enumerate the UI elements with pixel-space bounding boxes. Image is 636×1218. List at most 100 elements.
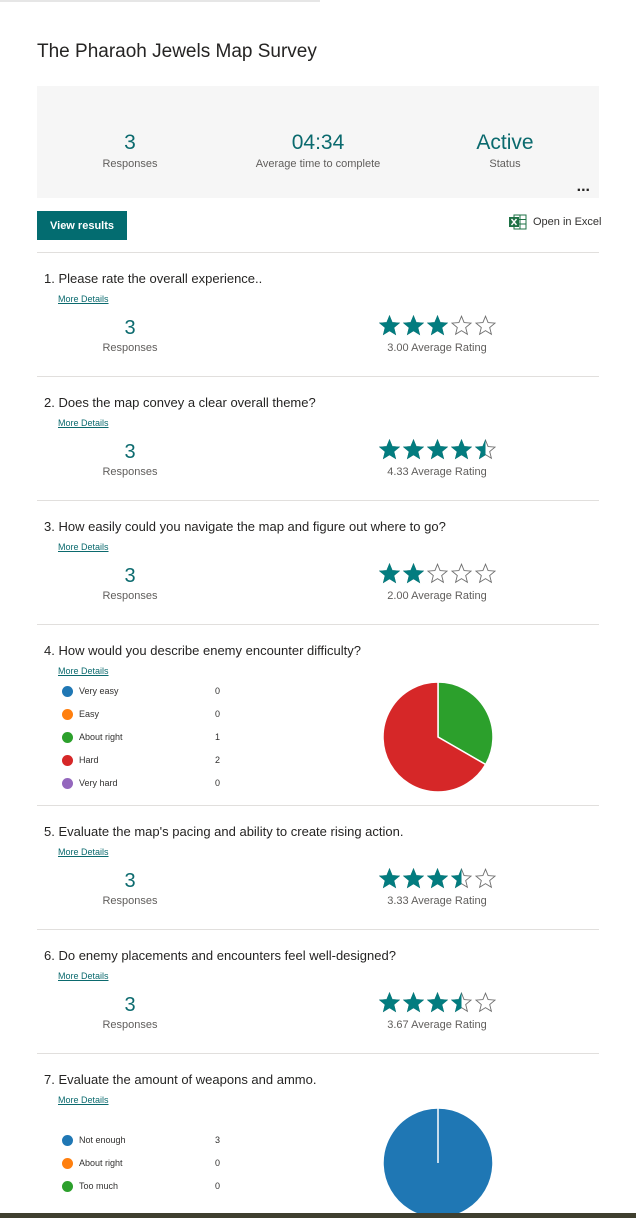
star-filled-icon (426, 315, 448, 336)
star-empty-icon (474, 992, 496, 1013)
legend-item: Not enough 3 (62, 1134, 232, 1146)
response-count: 3 Responses (85, 869, 175, 907)
legend-label: Easy (79, 709, 100, 719)
legend-count: 0 (215, 1158, 221, 1168)
legend-color-dot (62, 1157, 73, 1169)
legend-label: Very easy (79, 686, 119, 696)
star-empty-icon (474, 563, 496, 584)
more-details-link[interactable]: More Details (58, 1095, 109, 1105)
response-count-value: 3 (124, 441, 136, 463)
legend-item: Too much 0 (62, 1180, 232, 1192)
star-filled-icon (402, 563, 424, 584)
question-title: 3. How easily could you navigate the map… (44, 519, 446, 534)
star-filled-icon (426, 439, 448, 460)
response-count-label: Responses (102, 342, 158, 354)
more-details-link[interactable]: More Details (58, 294, 109, 304)
legend-color-dot (62, 777, 73, 789)
average-rating: 3.00 Average Rating (377, 315, 497, 354)
legend-label: Too much (79, 1181, 119, 1191)
more-details-link[interactable]: More Details (58, 542, 109, 552)
ellipsis-icon[interactable]: ... (577, 179, 590, 195)
question-title: 6. Do enemy placements and encounters fe… (44, 948, 396, 963)
star-filled-icon (402, 868, 424, 889)
legend-item: About right 1 (62, 731, 232, 743)
response-count-label: Responses (102, 895, 158, 907)
more-details-link[interactable]: More Details (58, 418, 109, 428)
legend-item: Very hard 0 (62, 777, 232, 789)
response-count: 3 Responses (85, 564, 175, 602)
legend-label: Very hard (79, 778, 118, 788)
legend-color-dot (62, 708, 73, 720)
pie-chart (382, 1107, 494, 1218)
legend-count: 0 (215, 709, 221, 719)
star-partial-icon (450, 868, 472, 889)
question-title: 5. Evaluate the map's pacing and ability… (44, 824, 404, 839)
stat-status-value: Active (476, 131, 534, 154)
stat-average-time-value: 04:34 (291, 131, 345, 154)
response-count-value: 3 (124, 317, 136, 339)
star-empty-icon (450, 563, 472, 584)
bottom-border (0, 1213, 636, 1218)
legend-count: 1 (215, 732, 221, 742)
star-filled-icon (378, 315, 400, 336)
rating-stars (377, 868, 497, 890)
star-filled-icon (402, 992, 424, 1013)
legend-color-dot (62, 1180, 73, 1192)
view-results-button[interactable]: View results (37, 211, 127, 240)
rating-stars (377, 439, 497, 461)
average-rating: 2.00 Average Rating (377, 563, 497, 602)
star-partial-icon (474, 439, 496, 460)
rating-label: 3.00 Average Rating (387, 342, 487, 354)
legend-count: 0 (215, 1181, 221, 1191)
star-filled-icon (378, 563, 400, 584)
response-count: 3 Responses (85, 993, 175, 1031)
legend-color-dot (62, 731, 73, 743)
rating-stars (377, 992, 497, 1014)
legend-item: Very easy 0 (62, 685, 232, 697)
question-card: 6. Do enemy placements and encounters fe… (37, 929, 599, 1053)
legend-count: 0 (215, 778, 221, 788)
rating-stars (377, 315, 497, 337)
response-count: 3 Responses (85, 440, 175, 478)
more-details-link[interactable]: More Details (58, 666, 109, 676)
stat-responses-label: Responses (102, 158, 158, 170)
legend-color-dot (62, 685, 73, 697)
star-filled-icon (378, 868, 400, 889)
open-in-excel-link[interactable]: Open in Excel (509, 214, 601, 230)
star-empty-icon (450, 315, 472, 336)
legend-count: 0 (215, 686, 221, 696)
pie-chart (382, 681, 494, 793)
response-count-label: Responses (102, 466, 158, 478)
question-card: 3. How easily could you navigate the map… (37, 500, 599, 624)
average-rating: 3.67 Average Rating (377, 992, 497, 1031)
legend-item: About right 0 (62, 1157, 232, 1169)
star-filled-icon (450, 439, 472, 460)
star-empty-icon (474, 315, 496, 336)
legend-count: 3 (215, 1135, 221, 1145)
excel-icon (509, 214, 527, 230)
star-empty-icon (474, 868, 496, 889)
rating-label: 3.33 Average Rating (387, 895, 487, 907)
rating-label: 3.67 Average Rating (387, 1019, 487, 1031)
stat-status: Active Status (415, 130, 595, 170)
star-filled-icon (402, 439, 424, 460)
more-details-link[interactable]: More Details (58, 847, 109, 857)
question-card: 1. Please rate the overall experience.. … (37, 252, 599, 376)
response-count-label: Responses (102, 590, 158, 602)
stat-average-time-label: Average time to complete (255, 158, 381, 170)
legend-item: Easy 0 (62, 708, 232, 720)
question-title: 2. Does the map convey a clear overall t… (44, 395, 316, 410)
more-details-link[interactable]: More Details (58, 971, 109, 981)
question-card: 5. Evaluate the map's pacing and ability… (37, 805, 599, 929)
legend-color-dot (62, 754, 73, 766)
star-filled-icon (426, 992, 448, 1013)
page-title: The Pharaoh Jewels Map Survey (37, 41, 317, 62)
question-title: 1. Please rate the overall experience.. (44, 271, 263, 286)
rating-label: 2.00 Average Rating (387, 590, 487, 602)
legend-item: Hard 2 (62, 754, 232, 766)
star-filled-icon (378, 992, 400, 1013)
response-count: 3 Responses (85, 316, 175, 354)
response-count-value: 3 (124, 994, 136, 1016)
average-rating: 4.33 Average Rating (377, 439, 497, 478)
average-rating: 3.33 Average Rating (377, 868, 497, 907)
